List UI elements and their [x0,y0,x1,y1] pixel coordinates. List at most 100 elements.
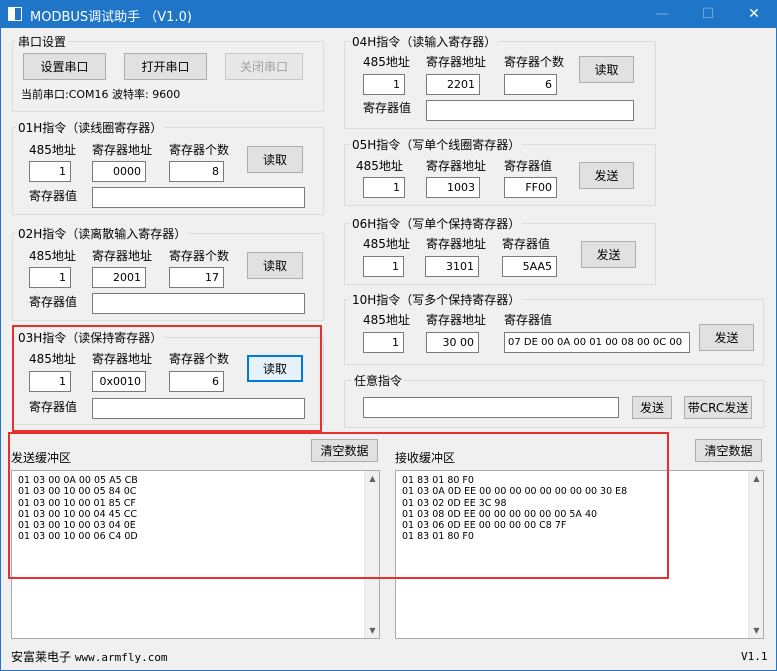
recv-line: 01 03 0A 0D EE 00 00 00 00 00 00 00 00 3… [402,486,628,498]
cmd02-reg-input[interactable]: 2001 [92,267,146,288]
cmd03-read-button[interactable]: 读取 [247,355,303,382]
cmd03-addr-label: 485地址 [29,352,76,366]
cmd05-reg-input[interactable]: 1003 [426,177,480,198]
send-clear-button[interactable]: 清空数据 [311,439,378,462]
cmd01-value-field[interactable] [92,187,305,208]
cmd06-reg-input[interactable]: 3101 [425,256,479,277]
footer-company: 安富莱电子 www.armfly.com [11,650,168,665]
recv-line: 01 03 06 0D EE 00 00 00 00 C8 7F [402,520,567,532]
cmd06-val-input[interactable]: 5AA5 [502,256,557,277]
app-icon [8,7,22,21]
maximize-icon: ☐ [701,6,715,22]
recv-line: 01 03 08 0D EE 00 00 00 00 00 00 5A 40 [402,508,598,520]
custom-send-crc-button[interactable]: 带CRC发送 [684,396,752,419]
cmd04-count-input[interactable]: 6 [504,74,557,95]
cmd05-addr-input[interactable]: 1 [363,177,405,198]
cmd03-reg-label: 寄存器地址 [92,352,153,366]
title-bar[interactable]: MODBUS调试助手 （V1.0) — ☐ ✕ [0,0,777,28]
scroll-up-icon[interactable]: ▲ [749,471,764,486]
custom-send-button[interactable]: 发送 [632,396,672,419]
recv-buffer-label: 接收缓冲区 [395,451,456,465]
cmd02-count-input[interactable]: 17 [169,267,224,288]
cmd01-read-button[interactable]: 读取 [247,146,303,173]
serial-settings-label: 串口设置 [16,35,69,49]
cmd03-value-label: 寄存器值 [29,400,78,414]
cmd04-reg-label: 寄存器地址 [426,55,487,69]
cmd10-reg-input[interactable]: 30 00 [426,332,479,353]
footer-version: V1.1 [741,650,768,663]
cmd01-value-label: 寄存器值 [29,189,78,203]
cmd03-count-input[interactable]: 6 [169,371,224,392]
cmd02-count-label: 寄存器个数 [169,249,230,263]
cmd04-reg-input[interactable]: 2201 [426,74,480,95]
cmd02-value-field[interactable] [92,293,305,314]
custom-cmd-title: 任意指令 [352,374,405,388]
minimize-button[interactable]: — [639,0,685,28]
cmd04-value-field[interactable] [426,100,634,121]
cmd01-count-input[interactable]: 8 [169,161,224,182]
maximize-button[interactable]: ☐ [685,0,731,28]
cmd02-reg-label: 寄存器地址 [92,249,153,263]
cmd04-read-button[interactable]: 读取 [579,56,634,83]
recv-buffer-scrollbar[interactable]: ▲ ▼ [748,471,763,638]
cmd01-reg-input[interactable]: 0000 [92,161,146,182]
cmd03-reg-input[interactable]: 0x0010 [92,371,146,392]
cmd04-addr-input[interactable]: 1 [363,74,405,95]
scroll-down-icon[interactable]: ▼ [749,623,764,638]
cmd05-title: 05H指令（写单个线圈寄存器） [350,138,523,152]
scroll-down-icon[interactable]: ▼ [365,623,380,638]
company-name: 安富莱电子 [11,650,72,664]
close-window-button[interactable]: ✕ [731,0,777,28]
close-serial-button[interactable]: 关闭串口 [225,53,303,80]
cmd06-val-label: 寄存器值 [502,237,551,251]
cmd02-addr-input[interactable]: 1 [29,267,71,288]
custom-cmd-input[interactable] [363,397,619,418]
cmd10-reg-label: 寄存器地址 [426,313,487,327]
cmd06-title: 06H指令（写单个保持寄存器） [350,217,523,231]
cmd06-addr-input[interactable]: 1 [363,256,404,277]
cmd02-addr-label: 485地址 [29,249,76,263]
send-buffer-textarea[interactable]: 01 03 00 0A 00 05 A5 CB 01 03 00 10 00 05… [11,470,380,639]
cmd06-reg-label: 寄存器地址 [426,237,487,251]
send-buffer-lines: 01 03 00 0A 00 05 A5 CB 01 03 00 10 00 05… [18,475,138,543]
cmd01-count-label: 寄存器个数 [169,143,230,157]
cmd03-addr-input[interactable]: 1 [29,371,71,392]
cmd10-send-button[interactable]: 发送 [699,324,754,351]
send-line: 01 03 00 10 00 01 85 CF [18,497,136,509]
cmd01-addr-label: 485地址 [29,143,76,157]
cmd10-addr-input[interactable]: 1 [363,332,404,353]
cmd05-addr-label: 485地址 [356,159,403,173]
cmd10-title: 10H指令（写多个保持寄存器） [350,293,523,307]
cmd03-value-field[interactable] [92,398,305,419]
cmd04-value-label: 寄存器值 [363,101,412,115]
send-buffer-scrollbar[interactable]: ▲ ▼ [364,471,379,638]
cmd06-send-button[interactable]: 发送 [581,241,636,268]
open-serial-button[interactable]: 打开串口 [124,53,207,80]
cmd10-val-label: 寄存器值 [504,313,553,327]
recv-buffer-textarea[interactable]: 01 83 01 80 F0 01 03 0A 0D EE 00 00 00 00… [395,470,764,639]
recv-line: 01 83 01 80 F0 [402,531,474,543]
scroll-up-icon[interactable]: ▲ [365,471,380,486]
send-buffer-label: 发送缓冲区 [11,451,72,465]
cmd03-count-label: 寄存器个数 [169,352,230,366]
send-line: 01 03 00 10 00 04 45 CC [18,508,138,520]
cmd03-title: 03H指令（读保持寄存器） [16,331,165,345]
cmd10-val-input[interactable]: 07 DE 00 0A 00 01 00 08 00 0C 00 [504,332,690,353]
send-line: 01 03 00 0A 00 05 A5 CB [18,475,138,486]
cmd01-reg-label: 寄存器地址 [92,143,153,157]
company-url: www.armfly.com [74,651,168,664]
cmd02-read-button[interactable]: 读取 [247,252,303,279]
recv-clear-button[interactable]: 清空数据 [695,439,762,462]
cmd04-addr-label: 485地址 [363,55,410,69]
cmd01-title: 01H指令（读线圈寄存器） [16,121,165,135]
setup-serial-button[interactable]: 设置串口 [23,53,106,80]
cmd02-value-label: 寄存器值 [29,295,78,309]
minimize-icon: — [655,6,669,22]
cmd01-addr-input[interactable]: 1 [29,161,71,182]
cmd05-send-button[interactable]: 发送 [579,162,634,189]
cmd04-title: 04H指令（读输入寄存器） [350,35,499,49]
serial-status: 当前串口:COM16 波特率: 9600 [21,88,181,101]
cmd05-val-input[interactable]: FF00 [504,177,557,198]
cmd02-title: 02H指令（读离散输入寄存器） [16,227,189,241]
cmd10-addr-label: 485地址 [363,313,410,327]
